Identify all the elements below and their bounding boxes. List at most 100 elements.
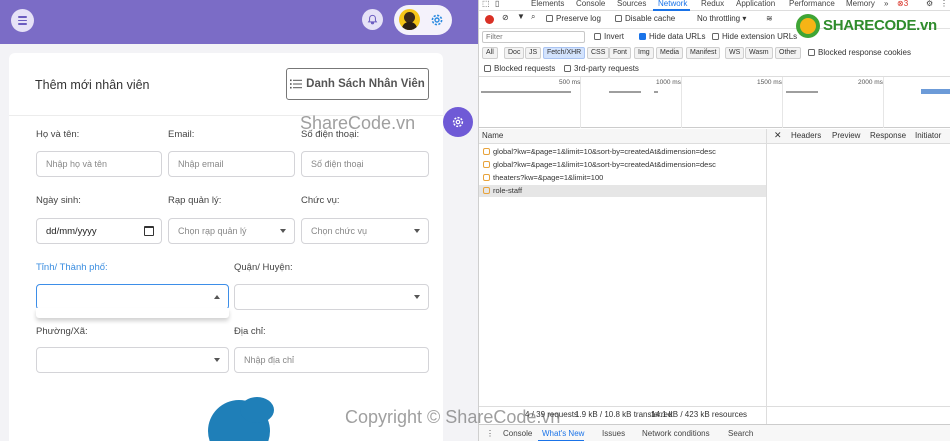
tab-redux[interactable]: Redux [701,0,724,8]
disable-cache-checkbox[interactable]: Disable cache [615,14,675,23]
timeline-tick-label: 1000 ms [656,79,681,86]
gear-icon[interactable]: ⚙ [926,0,933,8]
xhr-icon [483,174,490,181]
blocked-requests-checkbox[interactable]: Blocked requests [484,64,555,73]
type-js[interactable]: JS [525,47,542,59]
request-row[interactable]: theaters?kw=&page=1&limit=100 [479,172,766,184]
menu-icon[interactable] [11,9,34,32]
settings-fab[interactable] [443,107,473,137]
page-title: Thêm mới nhân viên [35,78,150,92]
detail-pane-divider [766,129,767,429]
detail-tab-response[interactable]: Response [870,131,906,140]
chevron-down-icon [214,358,220,362]
email-input[interactable]: Nhập email [168,151,295,177]
detail-tab-initiator[interactable]: Initiator [915,131,941,140]
xhr-icon [483,148,490,155]
search-icon[interactable]: ⌕ [531,12,535,22]
gear-icon[interactable] [429,12,445,28]
request-name: role-staff [493,186,523,195]
phone-input[interactable]: Số điện thoại [301,151,429,177]
record-button[interactable] [485,15,494,24]
type-doc[interactable]: Doc [504,47,525,59]
hide-extension-urls-checkbox[interactable]: Hide extension URLs [712,32,797,41]
user-avatar[interactable] [399,9,420,30]
preserve-log-checkbox[interactable]: Preserve log [546,14,601,23]
district-select[interactable] [234,284,429,310]
employee-list-button-label: Danh Sách Nhân Viên [306,78,425,90]
blocked-requests-label: Blocked requests [494,64,556,73]
bell-icon[interactable] [362,9,383,30]
dob-value: dd/mm/yyyy [46,225,97,237]
type-img[interactable]: Img [634,47,654,59]
third-party-requests-label: 3rd-party requests [574,64,639,73]
type-manifest[interactable]: Manifest [686,47,721,59]
filter-icon[interactable]: ▼ [517,12,525,21]
province-select[interactable] [36,284,229,310]
ward-select[interactable] [36,347,229,373]
type-wasm[interactable]: Wasm [745,47,773,59]
type-other[interactable]: Other [775,47,801,59]
blocked-response-cookies-checkbox[interactable]: Blocked response cookies [808,48,911,57]
drawer-tab-whats-new[interactable]: What's New [542,429,584,438]
hide-data-urls-checkbox[interactable]: Hide data URLs [639,32,705,41]
province-dropdown[interactable] [36,308,229,318]
drawer-tab-console[interactable]: Console [503,429,532,438]
calendar-icon[interactable] [144,226,154,236]
timeline-bar [481,91,571,93]
request-name: global?kw=&page=1&limit=10&sort-by=creat… [493,160,716,169]
watermark-copyright: Copyright © ShareCode.vn [345,407,561,427]
tab-performance[interactable]: Performance [789,0,835,8]
user-menu[interactable] [394,5,452,35]
device-toggle-icon[interactable]: ▯ [495,0,499,8]
drawer-tab-network-conditions[interactable]: Network conditions [642,429,710,438]
employee-form-card: Thêm mới nhân viên Danh Sách Nhân Viên H… [9,53,443,441]
hide-extension-urls-label: Hide extension URLs [722,32,798,41]
inspect-icon[interactable]: ⬚ [482,0,490,8]
chevron-down-icon [414,229,420,233]
name-column-header[interactable]: Name [482,131,503,140]
throttling-select[interactable]: No throttling ▾ [697,14,746,23]
request-row[interactable]: role-staff [479,185,766,197]
request-row[interactable]: global?kw=&page=1&limit=10&sort-by=creat… [479,146,766,158]
request-row[interactable]: global?kw=&page=1&limit=10&sort-by=creat… [479,159,766,171]
timeline-tick-label: 2000 ms [858,79,883,86]
card-header: Thêm mới nhân viên Danh Sách Nhân Viên [9,53,443,116]
drawer-tab-issues[interactable]: Issues [602,429,625,438]
wifi-icon[interactable]: ≋ [766,14,773,23]
type-font[interactable]: Font [609,47,632,59]
address-input[interactable]: Nhập địa chỉ [234,347,429,373]
position-select[interactable]: Chọn chức vụ [301,218,429,244]
detail-tab-headers[interactable]: Headers [791,131,821,140]
filter-input[interactable]: Filter [482,31,585,43]
tab-elements[interactable]: Elements [531,0,564,8]
tab-application[interactable]: Application [736,0,775,8]
tab-sources[interactable]: Sources [617,0,646,8]
fullname-input[interactable]: Nhập họ và tên [36,151,162,177]
type-all[interactable]: All [482,47,498,59]
more-tabs-icon[interactable]: » [884,0,888,8]
error-icon: ⊗ [897,0,904,8]
clear-icon[interactable]: ⊘ [502,13,509,22]
employee-list-button[interactable]: Danh Sách Nhân Viên [286,68,429,100]
sharecode-logo: SHARECODE.vn [796,12,946,42]
tab-memory[interactable]: Memory [846,0,875,8]
chevron-down-icon [414,295,420,299]
error-badge[interactable]: ⊗3 [897,0,908,8]
ward-label: Phường/Xã: [36,326,88,337]
more-options-icon[interactable]: ⋮ [940,0,948,8]
tab-console[interactable]: Console [576,0,605,8]
drawer-tab-search[interactable]: Search [728,429,753,438]
network-timeline[interactable]: 500 ms 1000 ms 1500 ms 2000 ms [479,77,950,128]
tab-network[interactable]: Network [658,0,687,8]
drawer-menu-icon[interactable]: ⋮ [486,429,494,438]
type-media[interactable]: Media [656,47,684,59]
close-icon[interactable]: ✕ [774,130,782,141]
theater-select[interactable]: Chọn rạp quản lý [168,218,295,244]
type-fetch-xhr[interactable]: Fetch/XHR [543,47,586,59]
invert-checkbox[interactable]: Invert [594,32,624,41]
dob-input[interactable]: dd/mm/yyyy [36,218,162,244]
type-css[interactable]: CSS [587,47,610,59]
third-party-requests-checkbox[interactable]: 3rd-party requests [564,64,639,73]
detail-tab-preview[interactable]: Preview [832,131,860,140]
type-ws[interactable]: WS [725,47,745,59]
